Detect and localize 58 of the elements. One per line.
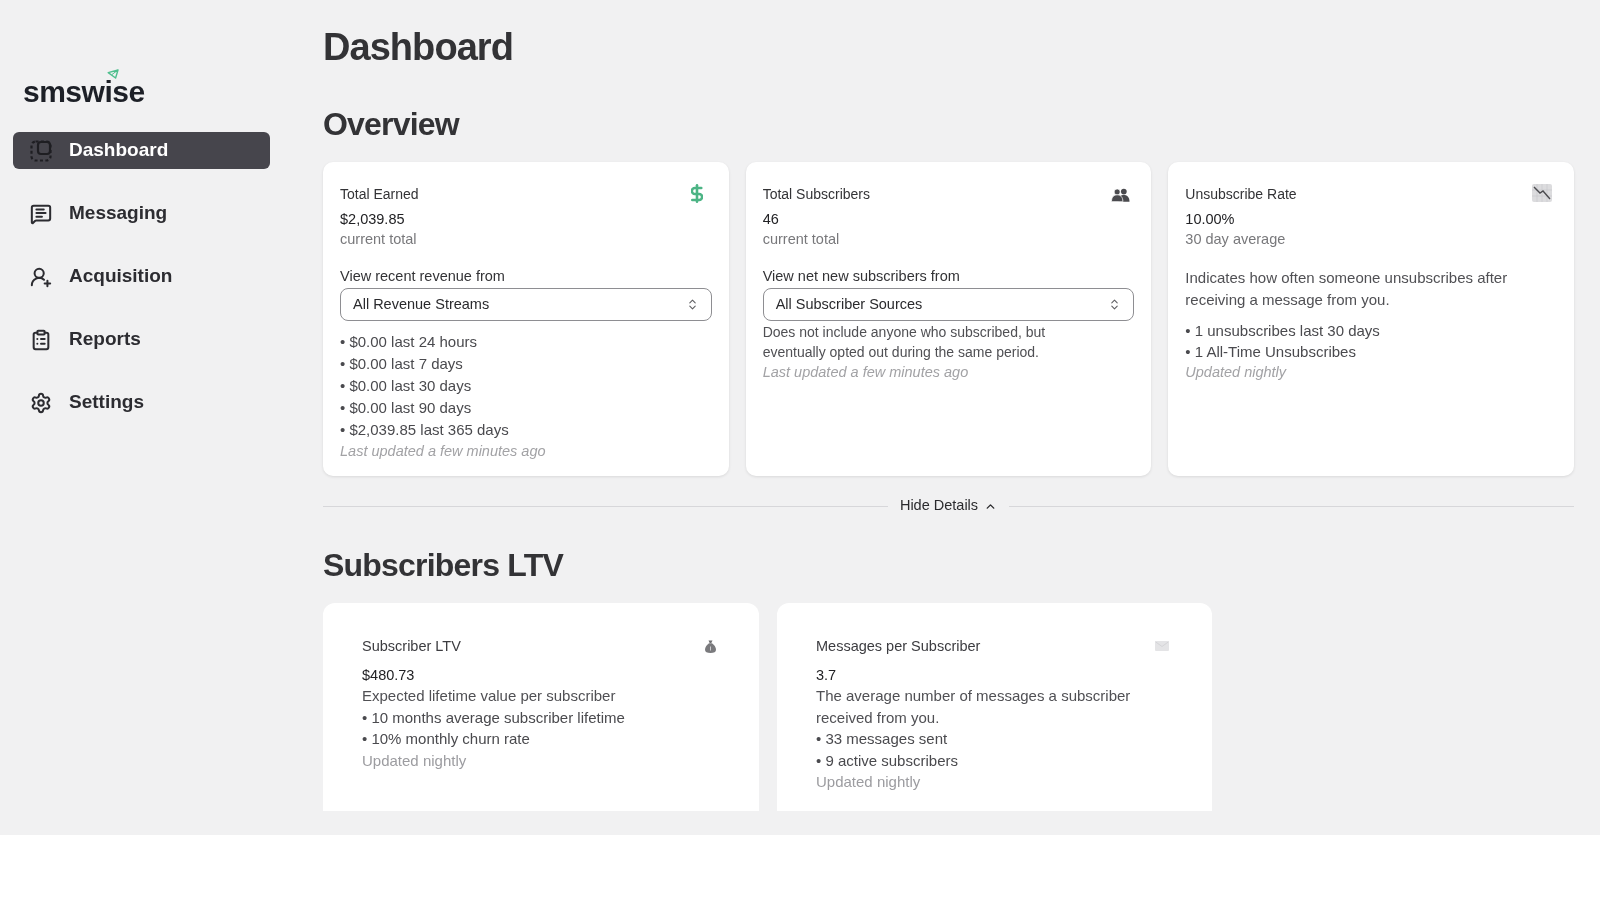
money-bag-icon <box>705 639 716 653</box>
filter-label: View net new subscribers from <box>762 267 960 286</box>
envelope-icon <box>1155 641 1169 651</box>
sidebar-item[interactable]: Settings <box>13 384 270 421</box>
stat-line: • 10 months average subscriber lifetime <box>362 707 625 728</box>
stat-value: 46 <box>762 210 779 229</box>
settings-icon <box>30 391 52 414</box>
chat-bubble-icon <box>30 202 52 225</box>
card-title: Total Earned <box>340 185 419 204</box>
card-title: Messages per Subscriber <box>816 637 981 656</box>
sidebar-item[interactable]: Acquisition <box>13 258 270 295</box>
update-note: Updated nightly <box>362 750 467 771</box>
chart-down-icon <box>1532 184 1552 202</box>
stat-line: • $0.00 last 24 hours <box>340 332 477 352</box>
section-title: Overview <box>323 105 459 143</box>
update-note: Last updated a few minutes ago <box>340 442 546 461</box>
stat-line: • $0.00 last 30 days <box>340 376 472 396</box>
card-description: Indicates how often someone unsubscribes after receiving a message from you. <box>1185 268 1509 310</box>
hide-details-toggle[interactable]: Hide Details <box>887 495 1010 517</box>
dollar-icon <box>690 184 703 203</box>
stat-line: • 33 messages sent <box>816 729 948 749</box>
user-plus-icon <box>30 265 52 288</box>
stat-caption: 30 day average <box>1185 230 1286 249</box>
update-note: Updated nightly <box>816 772 921 792</box>
stat-value: $2,039.85 <box>340 210 405 229</box>
filter-label: View recent revenue from <box>340 267 505 286</box>
clipboard-icon <box>30 328 52 351</box>
dashboard-icon <box>30 139 52 162</box>
sidebar-item[interactable]: Reports <box>13 321 270 358</box>
page-title: Dashboard <box>323 25 513 70</box>
stat-line: • $2,039.85 last 365 days <box>340 420 509 440</box>
stat-line: • 1 unsubscribes last 30 days <box>1185 321 1380 341</box>
stat-caption: current total <box>340 230 417 249</box>
source-select[interactable]: All Revenue Streams <box>340 288 712 321</box>
stat-line: • $0.00 last 7 days <box>340 354 463 374</box>
sidebar-item[interactable]: Dashboard <box>13 132 270 169</box>
logo: smswise <box>23 80 145 104</box>
card-description: The average number of messages a subscriber received from you. <box>816 686 1132 728</box>
card-title: Unsubscribe Rate <box>1185 185 1297 204</box>
stat-value: 3.7 <box>816 666 837 685</box>
stat-line: • 1 All-Time Unsubscribes <box>1185 342 1356 362</box>
card-description: Expected lifetime value per subscriber <box>362 686 617 706</box>
update-note: Updated nightly <box>1185 363 1287 382</box>
sidebar-item[interactable]: Messaging <box>13 195 270 232</box>
triangle-icon <box>107 69 119 79</box>
stat-value: $480.73 <box>362 666 415 685</box>
stat-line: • 10% monthly churn rate <box>362 729 530 749</box>
stat-line: • $0.00 last 90 days <box>340 398 472 418</box>
update-note: Last updated a few minutes ago <box>762 363 969 382</box>
card-description: Does not include anyone who subscribed, but eventually opted out during the same period. <box>762 323 1047 362</box>
stat-caption: current total <box>762 230 840 249</box>
source-select[interactable]: All Subscriber Sources <box>762 288 1135 321</box>
card-title: Subscriber LTV <box>362 637 461 656</box>
section-title: Subscribers LTV <box>323 546 563 584</box>
stat-value: 10.00% <box>1185 210 1235 229</box>
stat-line: • 9 active subscribers <box>816 750 958 771</box>
card-title: Total Subscribers <box>762 185 871 204</box>
people-icon <box>1111 188 1131 202</box>
